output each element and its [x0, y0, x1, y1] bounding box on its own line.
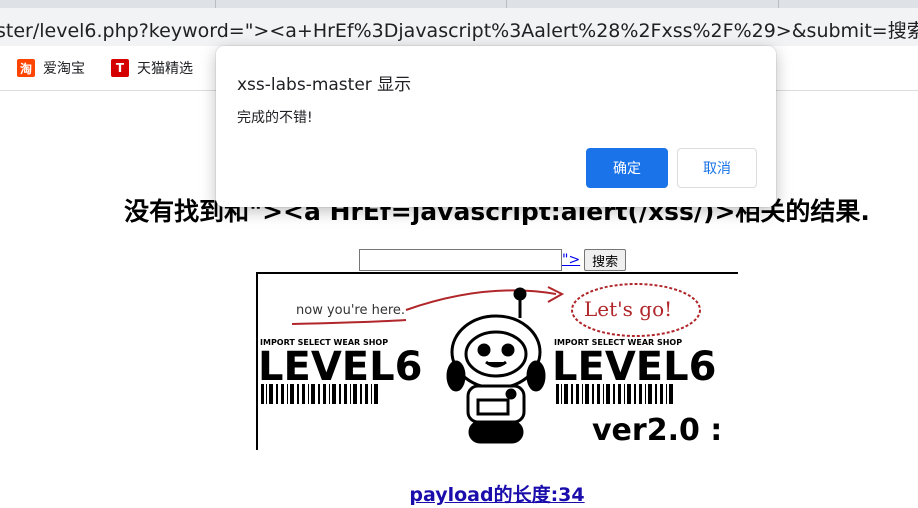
bookmark-tmall[interactable]: T 天猫精选 — [111, 58, 193, 78]
keyword-input[interactable] — [359, 249, 562, 271]
annotation-left: now you're here. — [296, 303, 405, 318]
alert-dialog: xss-labs-master 显示 完成的不错! 确定 取消 — [216, 46, 776, 207]
taobao-icon: 淘 — [17, 59, 35, 77]
injected-link[interactable]: "> — [562, 252, 580, 268]
url-text[interactable]: ster/level6.php?keyword="><a+HrEf%3Djava… — [0, 16, 918, 43]
ok-button[interactable]: 确定 — [586, 148, 668, 188]
tab-separator — [506, 0, 507, 8]
version-text: ver2.0 : — [592, 413, 722, 448]
bookmark-label: 爱淘宝 — [43, 61, 85, 77]
search-button[interactable]: 搜索 — [584, 249, 627, 271]
payload-link[interactable]: payload的长度:34 — [409, 484, 584, 506]
level-text-right: LEVEL6 — [552, 344, 716, 390]
tmall-icon: T — [111, 59, 129, 77]
payload-length: payload的长度:34 — [0, 480, 918, 507]
level6-banner-svg: now you're here. Let's go! IMPORT SELECT… — [256, 272, 738, 450]
search-form: "> 搜索 — [359, 248, 627, 272]
bookmark-label: 天猫精选 — [137, 61, 193, 77]
tab-separator — [215, 0, 216, 8]
level-text-left: LEVEL6 — [258, 344, 422, 390]
cancel-button[interactable]: 取消 — [677, 148, 757, 188]
dialog-title: xss-labs-master 显示 — [237, 75, 412, 95]
robot-mascot — [446, 287, 546, 444]
address-bar[interactable]: ster/level6.php?keyword="><a+HrEf%3Djava… — [0, 8, 918, 46]
bookmark-taobao[interactable]: 淘 爱淘宝 — [17, 58, 85, 78]
dialog-message: 完成的不错! — [237, 110, 313, 126]
level6-banner-image: now you're here. Let's go! IMPORT SELECT… — [256, 272, 738, 450]
annotation-right: Let's go! — [584, 297, 672, 321]
tab-strip — [0, 0, 918, 8]
tab-separator — [778, 0, 779, 8]
